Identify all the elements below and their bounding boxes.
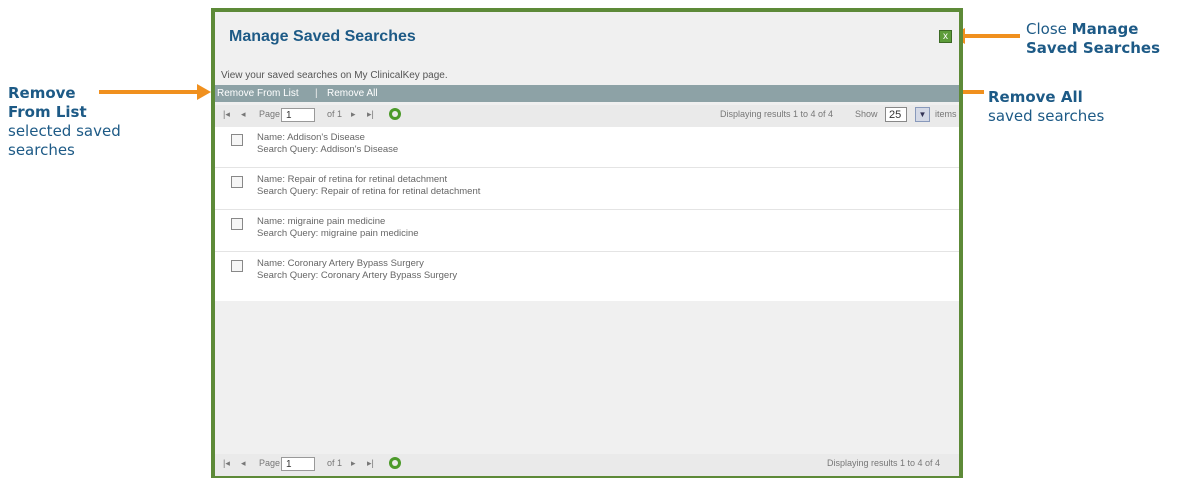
search-query: Search Query: Repair of retina for retin…: [257, 186, 481, 197]
manage-saved-searches-dialog: Manage Saved Searches x View your saved …: [211, 8, 963, 478]
list-item: Name: migraine pain medicine Search Quer…: [215, 211, 959, 252]
remove-from-list-link[interactable]: Remove From List: [217, 85, 299, 102]
annotation-remove-all: Remove All saved searches: [988, 88, 1104, 126]
results-count: Displaying results 1 to 4 of 4: [720, 109, 834, 119]
list-item-text: Name: Coronary Artery Bypass Surgery Sea…: [257, 258, 457, 282]
dialog-description: View your saved searches on My ClinicalK…: [221, 70, 448, 81]
results-count: Displaying results 1 to 4 of 4: [827, 458, 941, 468]
annotation-close-line1-bold: Manage: [1071, 20, 1139, 38]
list-item: Name: Coronary Artery Bypass Surgery Sea…: [215, 253, 959, 293]
annotation-remove-line2: From List: [8, 103, 87, 121]
search-query: Search Query: migraine pain medicine: [257, 228, 419, 239]
select-checkbox[interactable]: [231, 260, 243, 272]
annotation-remove-all-line2: saved searches: [988, 107, 1105, 125]
list-item-text: Name: migraine pain medicine Search Quer…: [257, 216, 419, 240]
page-label: Page: [259, 458, 281, 468]
saved-searches-list: Name: Addison's Disease Search Query: Ad…: [215, 127, 959, 301]
next-page-icon[interactable]: ▸: [351, 458, 356, 469]
dialog-title: Manage Saved Searches: [229, 28, 416, 45]
annotation-remove-from-list: Remove From List selected saved searches: [8, 84, 121, 160]
next-page-icon[interactable]: ▸: [351, 109, 356, 120]
list-item-text: Name: Addison's Disease Search Query: Ad…: [257, 132, 398, 156]
annotation-remove-line4: searches: [8, 141, 75, 159]
search-query: Search Query: Addison's Disease: [257, 144, 399, 155]
annotation-remove-all-line1: Remove All: [988, 88, 1083, 106]
list-item: Name: Addison's Disease Search Query: Ad…: [215, 127, 959, 168]
show-label: Show: [855, 109, 878, 119]
arrow-remove-from-list: [99, 90, 199, 94]
select-checkbox[interactable]: [231, 176, 243, 188]
search-name: Name: Coronary Artery Bypass Surgery: [257, 258, 424, 269]
annotation-close: Close Manage Saved Searches: [1026, 20, 1160, 58]
dialog-toolbar: Remove From List | Remove All: [215, 85, 959, 102]
page-of-label: of 1: [327, 109, 343, 119]
items-label: items: [935, 109, 957, 119]
search-name: Name: Repair of retina for retinal detac…: [257, 174, 448, 185]
search-name: Name: Addison's Disease: [257, 132, 365, 143]
annotation-close-line2: Saved Searches: [1026, 39, 1161, 57]
arrow-head-remove-from-list: [197, 84, 211, 100]
pager-top: |◂ ◂ Page 1 of 1 ▸ ▸| Displaying results…: [215, 105, 959, 127]
page-number-input[interactable]: 1: [281, 108, 315, 122]
page-of-label: of 1: [327, 458, 343, 468]
first-page-icon[interactable]: |◂: [223, 109, 230, 120]
annotation-remove-line1: Remove: [8, 84, 76, 102]
show-count-select[interactable]: 25: [885, 107, 907, 122]
list-item: Name: Repair of retina for retinal detac…: [215, 169, 959, 210]
select-checkbox[interactable]: [231, 218, 243, 230]
last-page-icon[interactable]: ▸|: [367, 109, 374, 120]
annotation-remove-line3: selected saved: [8, 122, 121, 140]
search-query: Search Query: Coronary Artery Bypass Sur…: [257, 270, 458, 281]
refresh-icon[interactable]: [389, 457, 401, 469]
list-item-text: Name: Repair of retina for retinal detac…: [257, 174, 480, 198]
prev-page-icon[interactable]: ◂: [241, 109, 246, 120]
search-name: Name: migraine pain medicine: [257, 216, 386, 227]
remove-all-link[interactable]: Remove All: [327, 85, 378, 102]
select-checkbox[interactable]: [231, 134, 243, 146]
annotation-close-line1-normal: Close: [1026, 20, 1072, 38]
toolbar-separator: |: [315, 88, 318, 99]
last-page-icon[interactable]: ▸|: [367, 458, 374, 469]
first-page-icon[interactable]: |◂: [223, 458, 230, 469]
page-label: Page: [259, 109, 281, 119]
refresh-icon[interactable]: [389, 108, 401, 120]
chevron-down-icon[interactable]: ▼: [915, 107, 930, 122]
close-button[interactable]: x: [939, 30, 952, 43]
page-number-input[interactable]: 1: [281, 457, 315, 471]
arrow-close: [964, 34, 1020, 38]
prev-page-icon[interactable]: ◂: [241, 458, 246, 469]
